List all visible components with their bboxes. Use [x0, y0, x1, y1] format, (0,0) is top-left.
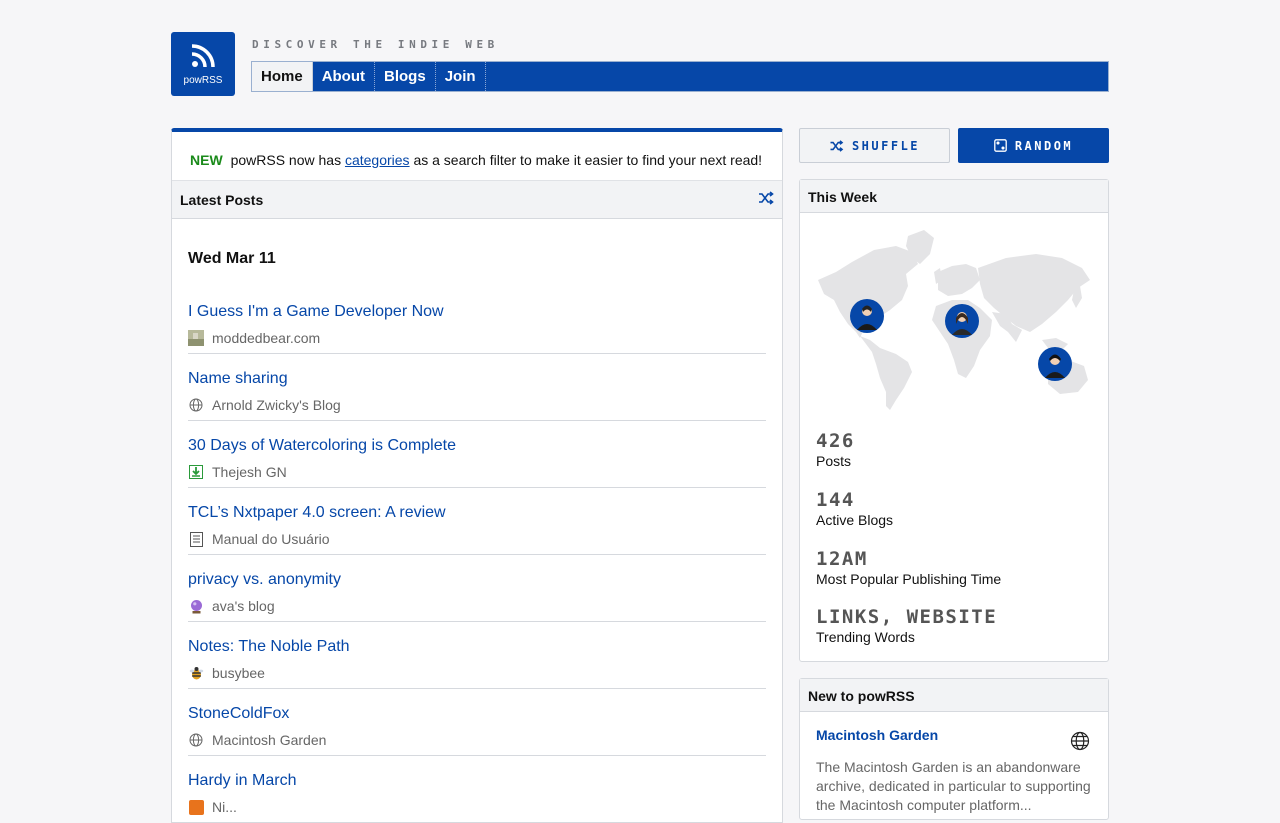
announcement-text-before: powRSS now has [230, 152, 342, 168]
new-to-title: New to powRSS [808, 688, 915, 704]
crystal-ball-icon [188, 598, 204, 614]
post-title[interactable]: TCL’s Nxtpaper 4.0 screen: A review [188, 504, 446, 522]
logo-text: powRSS [183, 75, 223, 86]
new-to-header: New to powRSS [800, 679, 1108, 712]
post-item: StoneColdFox Macintosh Garden [188, 689, 766, 756]
post-item: Name sharing Arnold Zwicky's Blog [188, 354, 766, 421]
new-to-powrss-panel: New to powRSS Macintosh Garden The Macin… [799, 678, 1109, 820]
latest-posts-panel: NEW powRSS now has categories as a searc… [171, 128, 783, 823]
avatar[interactable] [1038, 347, 1072, 381]
post-source[interactable]: moddedbear.com [212, 330, 320, 346]
post-source[interactable]: Arnold Zwicky's Blog [212, 397, 341, 413]
avatar[interactable] [850, 299, 884, 333]
post-title[interactable]: Notes: The Noble Path [188, 638, 350, 656]
stat-value: 12AM [816, 548, 868, 570]
stat-label: Trending Words [816, 629, 915, 645]
announcement: NEW powRSS now has categories as a searc… [190, 152, 762, 168]
stat-publishing-time: 12AM Most Popular Publishing Time [816, 548, 1001, 587]
post-item: 30 Days of Watercoloring is Complete The… [188, 421, 766, 488]
random-label: RANDOM [1014, 138, 1074, 153]
powrss-logo[interactable]: powRSS [171, 32, 235, 96]
stat-value: 144 [816, 489, 855, 511]
globe-icon [1070, 731, 1090, 756]
shuffle-button[interactable]: SHUFFLE [799, 128, 950, 163]
post-source[interactable]: ava's blog [212, 598, 275, 614]
bee-icon [188, 665, 204, 681]
post-source[interactable]: busybee [212, 665, 265, 681]
new-site-link[interactable]: Macintosh Garden [816, 727, 938, 743]
main-nav: Home About Blogs Join [251, 61, 1109, 92]
shuffle-label: SHUFFLE [851, 138, 921, 153]
globe-icon [188, 732, 204, 748]
rss-icon [191, 44, 215, 68]
nav-about[interactable]: About [313, 62, 376, 91]
new-site-description: The Macintosh Garden is an abandonware a… [816, 759, 1091, 813]
post-title[interactable]: StoneColdFox [188, 705, 289, 723]
nav-home[interactable]: Home [252, 62, 313, 91]
stat-label: Most Popular Publishing Time [816, 571, 1002, 587]
post-item: Hardy in March Ni... [188, 756, 766, 823]
download-box-icon [188, 464, 204, 480]
stat-trending-words: LINKS, WEBSITE Trending Words [816, 606, 997, 645]
categories-link[interactable]: categories [345, 152, 410, 168]
globe-icon [188, 397, 204, 413]
avatar[interactable] [945, 304, 979, 338]
post-item: TCL’s Nxtpaper 4.0 screen: A review Manu… [188, 488, 766, 555]
this-week-panel: This Week 426 Posts 144 Active Blogs 12A… [799, 179, 1109, 662]
rss-icon [188, 799, 204, 815]
post-title[interactable]: 30 Days of Watercoloring is Complete [188, 437, 456, 455]
stat-value: LINKS, WEBSITE [816, 606, 998, 628]
latest-posts-title: Latest Posts [180, 192, 264, 208]
latest-posts-header: Latest Posts [172, 180, 782, 219]
site-avatar-icon [188, 330, 204, 346]
nav-join[interactable]: Join [436, 62, 486, 91]
post-source[interactable]: Macintosh Garden [212, 732, 326, 748]
this-week-header: This Week [800, 180, 1108, 213]
post-item: Notes: The Noble Path busybee [188, 622, 766, 689]
announcement-text-after: as a search filter to make it easier to … [413, 152, 763, 168]
nav-blogs[interactable]: Blogs [375, 62, 436, 91]
document-icon [188, 531, 204, 547]
post-source[interactable]: Thejesh GN [212, 464, 287, 480]
post-title[interactable]: Name sharing [188, 370, 288, 388]
stat-active-blogs: 144 Active Blogs [816, 489, 893, 528]
post-item: I Guess I'm a Game Developer Now moddedb… [188, 287, 766, 354]
stat-posts: 426 Posts [816, 430, 855, 469]
post-title[interactable]: privacy vs. anonymity [188, 571, 341, 589]
post-source[interactable]: Manual do Usuário [212, 531, 330, 547]
new-badge: NEW [190, 152, 223, 168]
post-title[interactable]: I Guess I'm a Game Developer Now [188, 303, 444, 321]
stat-value: 426 [816, 430, 855, 452]
date-heading: Wed Mar 11 [188, 250, 276, 267]
post-title[interactable]: Hardy in March [188, 772, 296, 790]
this-week-title: This Week [808, 189, 877, 205]
tagline: DISCOVER THE INDIE WEB [252, 38, 499, 51]
stat-label: Active Blogs [816, 512, 894, 528]
post-source[interactable]: Ni... [212, 799, 237, 815]
world-map [818, 230, 1090, 410]
dice-icon [993, 139, 1007, 152]
post-list: I Guess I'm a Game Developer Now moddedb… [188, 287, 766, 823]
stat-label: Posts [816, 453, 852, 469]
shuffle-icon [830, 139, 844, 152]
shuffle-icon[interactable] [758, 191, 774, 210]
post-item: privacy vs. anonymity ava's blog [188, 555, 766, 622]
random-button[interactable]: RANDOM [958, 128, 1109, 163]
